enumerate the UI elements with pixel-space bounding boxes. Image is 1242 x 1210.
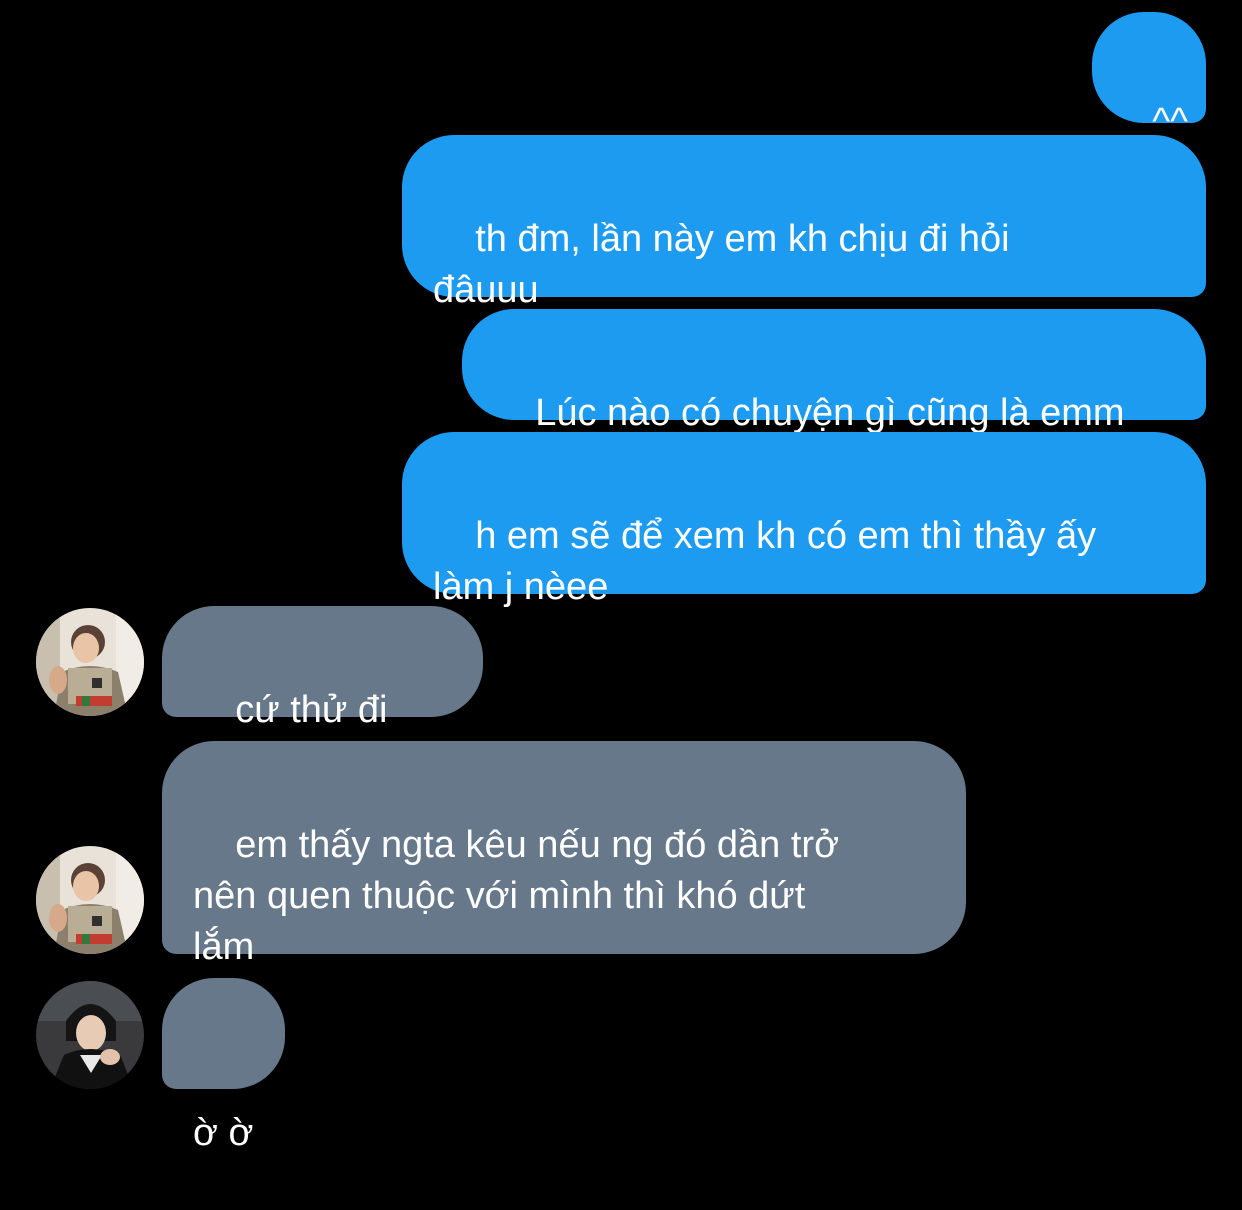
sent-message-bubble[interactable]: th đm, lần này em kh chịu đi hỏi đâuuu (402, 135, 1206, 311)
received-message-bubble[interactable]: em thấy ngta kêu nếu ng đó dần trở nên q… (162, 741, 966, 968)
message-text: h em sẽ để xem kh có em thì thầy ấy làm … (433, 515, 1097, 608)
sent-message-bubble[interactable]: h em sẽ để xem kh có em thì thầy ấy làm … (402, 432, 1206, 608)
message-text: Lúc nào có chuyện gì cũng là emm (535, 392, 1125, 434)
message-thread: ^^ th đm, lần này em kh chịu đi hỏi đâuu… (0, 0, 1242, 1154)
sent-message-bubble[interactable]: ^^ (1092, 12, 1206, 143)
received-message-bubble[interactable]: ờ ờ (162, 978, 285, 1154)
received-message-bubble[interactable]: cứ thử đi anh (162, 606, 483, 782)
contact-avatar[interactable] (36, 608, 144, 716)
profile-photo-avatar-icon (36, 981, 144, 1089)
message-text: em thấy ngta kêu nếu ng đó dần trở nên q… (193, 824, 840, 968)
message-text: ờ ờ (193, 1112, 254, 1154)
profile-photo-avatar-icon (36, 846, 144, 954)
sent-message-bubble[interactable]: Lúc nào có chuyện gì cũng là emm (462, 309, 1206, 434)
profile-photo-avatar-icon (36, 608, 144, 716)
contact-avatar[interactable] (36, 981, 144, 1089)
contact-avatar[interactable] (36, 846, 144, 954)
message-text: th đm, lần này em kh chịu đi hỏi đâuuu (433, 218, 1010, 311)
